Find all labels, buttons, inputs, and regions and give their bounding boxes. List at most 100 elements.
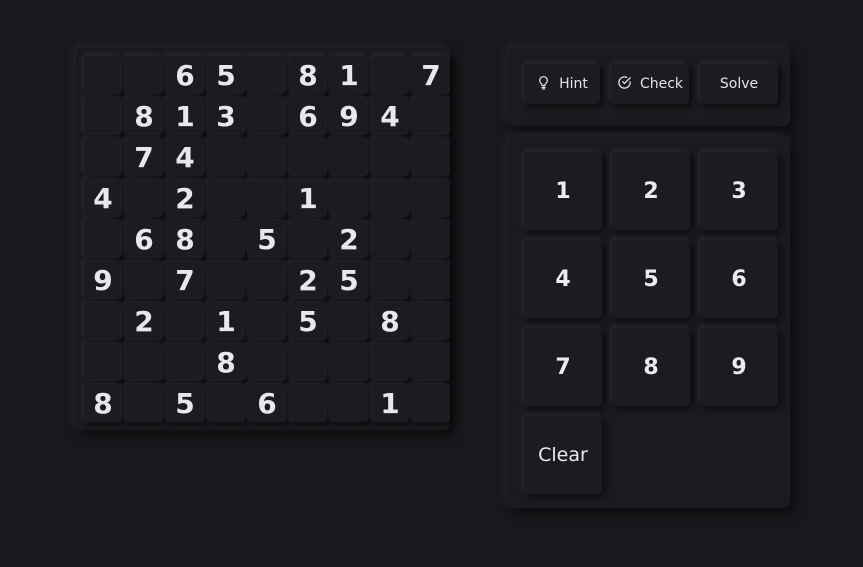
sudoku-cell[interactable]: 5 bbox=[207, 56, 245, 94]
sudoku-cell[interactable] bbox=[207, 261, 245, 299]
sudoku-cell[interactable] bbox=[371, 56, 409, 94]
sudoku-cell[interactable]: 7 bbox=[412, 56, 450, 94]
sudoku-cell[interactable]: 5 bbox=[330, 261, 368, 299]
sudoku-cell[interactable] bbox=[248, 138, 286, 176]
sudoku-cell[interactable] bbox=[207, 179, 245, 217]
sudoku-cell[interactable] bbox=[125, 384, 163, 422]
sudoku-cell[interactable] bbox=[248, 343, 286, 381]
number-key-4[interactable]: 4 bbox=[524, 240, 602, 318]
sudoku-cell[interactable] bbox=[371, 220, 409, 258]
number-key-3[interactable]: 3 bbox=[700, 152, 778, 230]
sudoku-cell[interactable]: 8 bbox=[207, 343, 245, 381]
sudoku-cell[interactable]: 2 bbox=[166, 179, 204, 217]
sudoku-cell[interactable] bbox=[84, 220, 122, 258]
sudoku-board: 658178136947442168529725215888561 bbox=[76, 48, 450, 430]
sudoku-cell[interactable] bbox=[289, 384, 327, 422]
sudoku-cell[interactable] bbox=[125, 179, 163, 217]
sudoku-cell[interactable] bbox=[330, 343, 368, 381]
number-key-6[interactable]: 6 bbox=[700, 240, 778, 318]
sudoku-cell[interactable]: 1 bbox=[289, 179, 327, 217]
clear-label: Clear bbox=[538, 444, 588, 466]
hint-label: Hint bbox=[559, 76, 588, 92]
sudoku-cell[interactable] bbox=[371, 261, 409, 299]
sudoku-cell[interactable] bbox=[330, 179, 368, 217]
sudoku-cell[interactable]: 7 bbox=[166, 261, 204, 299]
number-key-8[interactable]: 8 bbox=[612, 328, 690, 406]
sudoku-cell[interactable] bbox=[207, 138, 245, 176]
actions-panel: Hint Check Solve bbox=[508, 48, 790, 126]
sudoku-cell[interactable]: 4 bbox=[166, 138, 204, 176]
sudoku-cell[interactable] bbox=[207, 220, 245, 258]
sudoku-cell[interactable]: 9 bbox=[330, 97, 368, 135]
sudoku-cell[interactable]: 1 bbox=[207, 302, 245, 340]
sudoku-cell[interactable] bbox=[166, 343, 204, 381]
sudoku-cell[interactable] bbox=[248, 97, 286, 135]
sudoku-cell[interactable]: 5 bbox=[289, 302, 327, 340]
number-key-1[interactable]: 1 bbox=[524, 152, 602, 230]
sudoku-cell[interactable]: 6 bbox=[166, 56, 204, 94]
sudoku-cell[interactable] bbox=[248, 179, 286, 217]
sudoku-cell[interactable] bbox=[125, 343, 163, 381]
clear-button[interactable]: Clear bbox=[524, 416, 602, 494]
sudoku-cell[interactable] bbox=[371, 343, 409, 381]
sudoku-cell[interactable]: 1 bbox=[166, 97, 204, 135]
number-key-5[interactable]: 5 bbox=[612, 240, 690, 318]
sudoku-cell[interactable]: 8 bbox=[289, 56, 327, 94]
number-key-7[interactable]: 7 bbox=[524, 328, 602, 406]
sudoku-cell[interactable]: 7 bbox=[125, 138, 163, 176]
check-button[interactable]: Check bbox=[611, 64, 689, 104]
sudoku-cell[interactable]: 2 bbox=[289, 261, 327, 299]
sudoku-cell[interactable]: 6 bbox=[248, 384, 286, 422]
hint-button[interactable]: Hint bbox=[524, 64, 600, 104]
sudoku-cell[interactable] bbox=[371, 179, 409, 217]
sudoku-cell[interactable] bbox=[248, 56, 286, 94]
sudoku-cell[interactable] bbox=[84, 138, 122, 176]
sudoku-cell[interactable]: 5 bbox=[166, 384, 204, 422]
sudoku-cell[interactable] bbox=[84, 343, 122, 381]
sudoku-cell[interactable] bbox=[412, 220, 450, 258]
sudoku-cell[interactable] bbox=[248, 302, 286, 340]
sudoku-cell[interactable] bbox=[371, 138, 409, 176]
sudoku-cell[interactable]: 4 bbox=[84, 179, 122, 217]
sudoku-cell[interactable]: 8 bbox=[84, 384, 122, 422]
sudoku-cell[interactable] bbox=[330, 302, 368, 340]
sudoku-cell[interactable]: 4 bbox=[371, 97, 409, 135]
solve-label: Solve bbox=[719, 76, 759, 92]
sudoku-cell[interactable] bbox=[125, 261, 163, 299]
sudoku-cell[interactable] bbox=[125, 56, 163, 94]
sudoku-cell[interactable] bbox=[207, 384, 245, 422]
sudoku-cell[interactable]: 1 bbox=[371, 384, 409, 422]
sudoku-cell[interactable] bbox=[330, 384, 368, 422]
sudoku-cell[interactable]: 8 bbox=[125, 97, 163, 135]
sudoku-cell[interactable] bbox=[412, 261, 450, 299]
sudoku-cell[interactable] bbox=[412, 138, 450, 176]
sudoku-cell[interactable] bbox=[289, 138, 327, 176]
sudoku-cell[interactable] bbox=[289, 343, 327, 381]
sudoku-cell[interactable] bbox=[412, 302, 450, 340]
sudoku-cell[interactable] bbox=[412, 179, 450, 217]
sudoku-cell[interactable] bbox=[84, 97, 122, 135]
sudoku-cell[interactable]: 1 bbox=[330, 56, 368, 94]
sudoku-cell[interactable] bbox=[248, 261, 286, 299]
sudoku-cell[interactable] bbox=[84, 56, 122, 94]
sudoku-cell[interactable]: 8 bbox=[166, 220, 204, 258]
number-key-2[interactable]: 2 bbox=[612, 152, 690, 230]
sudoku-cell[interactable] bbox=[412, 384, 450, 422]
sudoku-cell[interactable]: 6 bbox=[125, 220, 163, 258]
sudoku-cell[interactable] bbox=[412, 343, 450, 381]
sudoku-cell[interactable]: 9 bbox=[84, 261, 122, 299]
sudoku-cell[interactable]: 2 bbox=[330, 220, 368, 258]
sudoku-cell[interactable] bbox=[166, 302, 204, 340]
sudoku-cell[interactable] bbox=[84, 302, 122, 340]
sudoku-cell[interactable] bbox=[412, 97, 450, 135]
sudoku-cell[interactable] bbox=[289, 220, 327, 258]
sudoku-cell[interactable]: 3 bbox=[207, 97, 245, 135]
numpad-panel: Clear 123 456 789 bbox=[508, 136, 790, 508]
number-key-9[interactable]: 9 bbox=[700, 328, 778, 406]
sudoku-cell[interactable]: 2 bbox=[125, 302, 163, 340]
sudoku-cell[interactable]: 6 bbox=[289, 97, 327, 135]
solve-button[interactable]: Solve bbox=[700, 64, 778, 104]
sudoku-cell[interactable]: 5 bbox=[248, 220, 286, 258]
sudoku-cell[interactable] bbox=[330, 138, 368, 176]
sudoku-cell[interactable]: 8 bbox=[371, 302, 409, 340]
